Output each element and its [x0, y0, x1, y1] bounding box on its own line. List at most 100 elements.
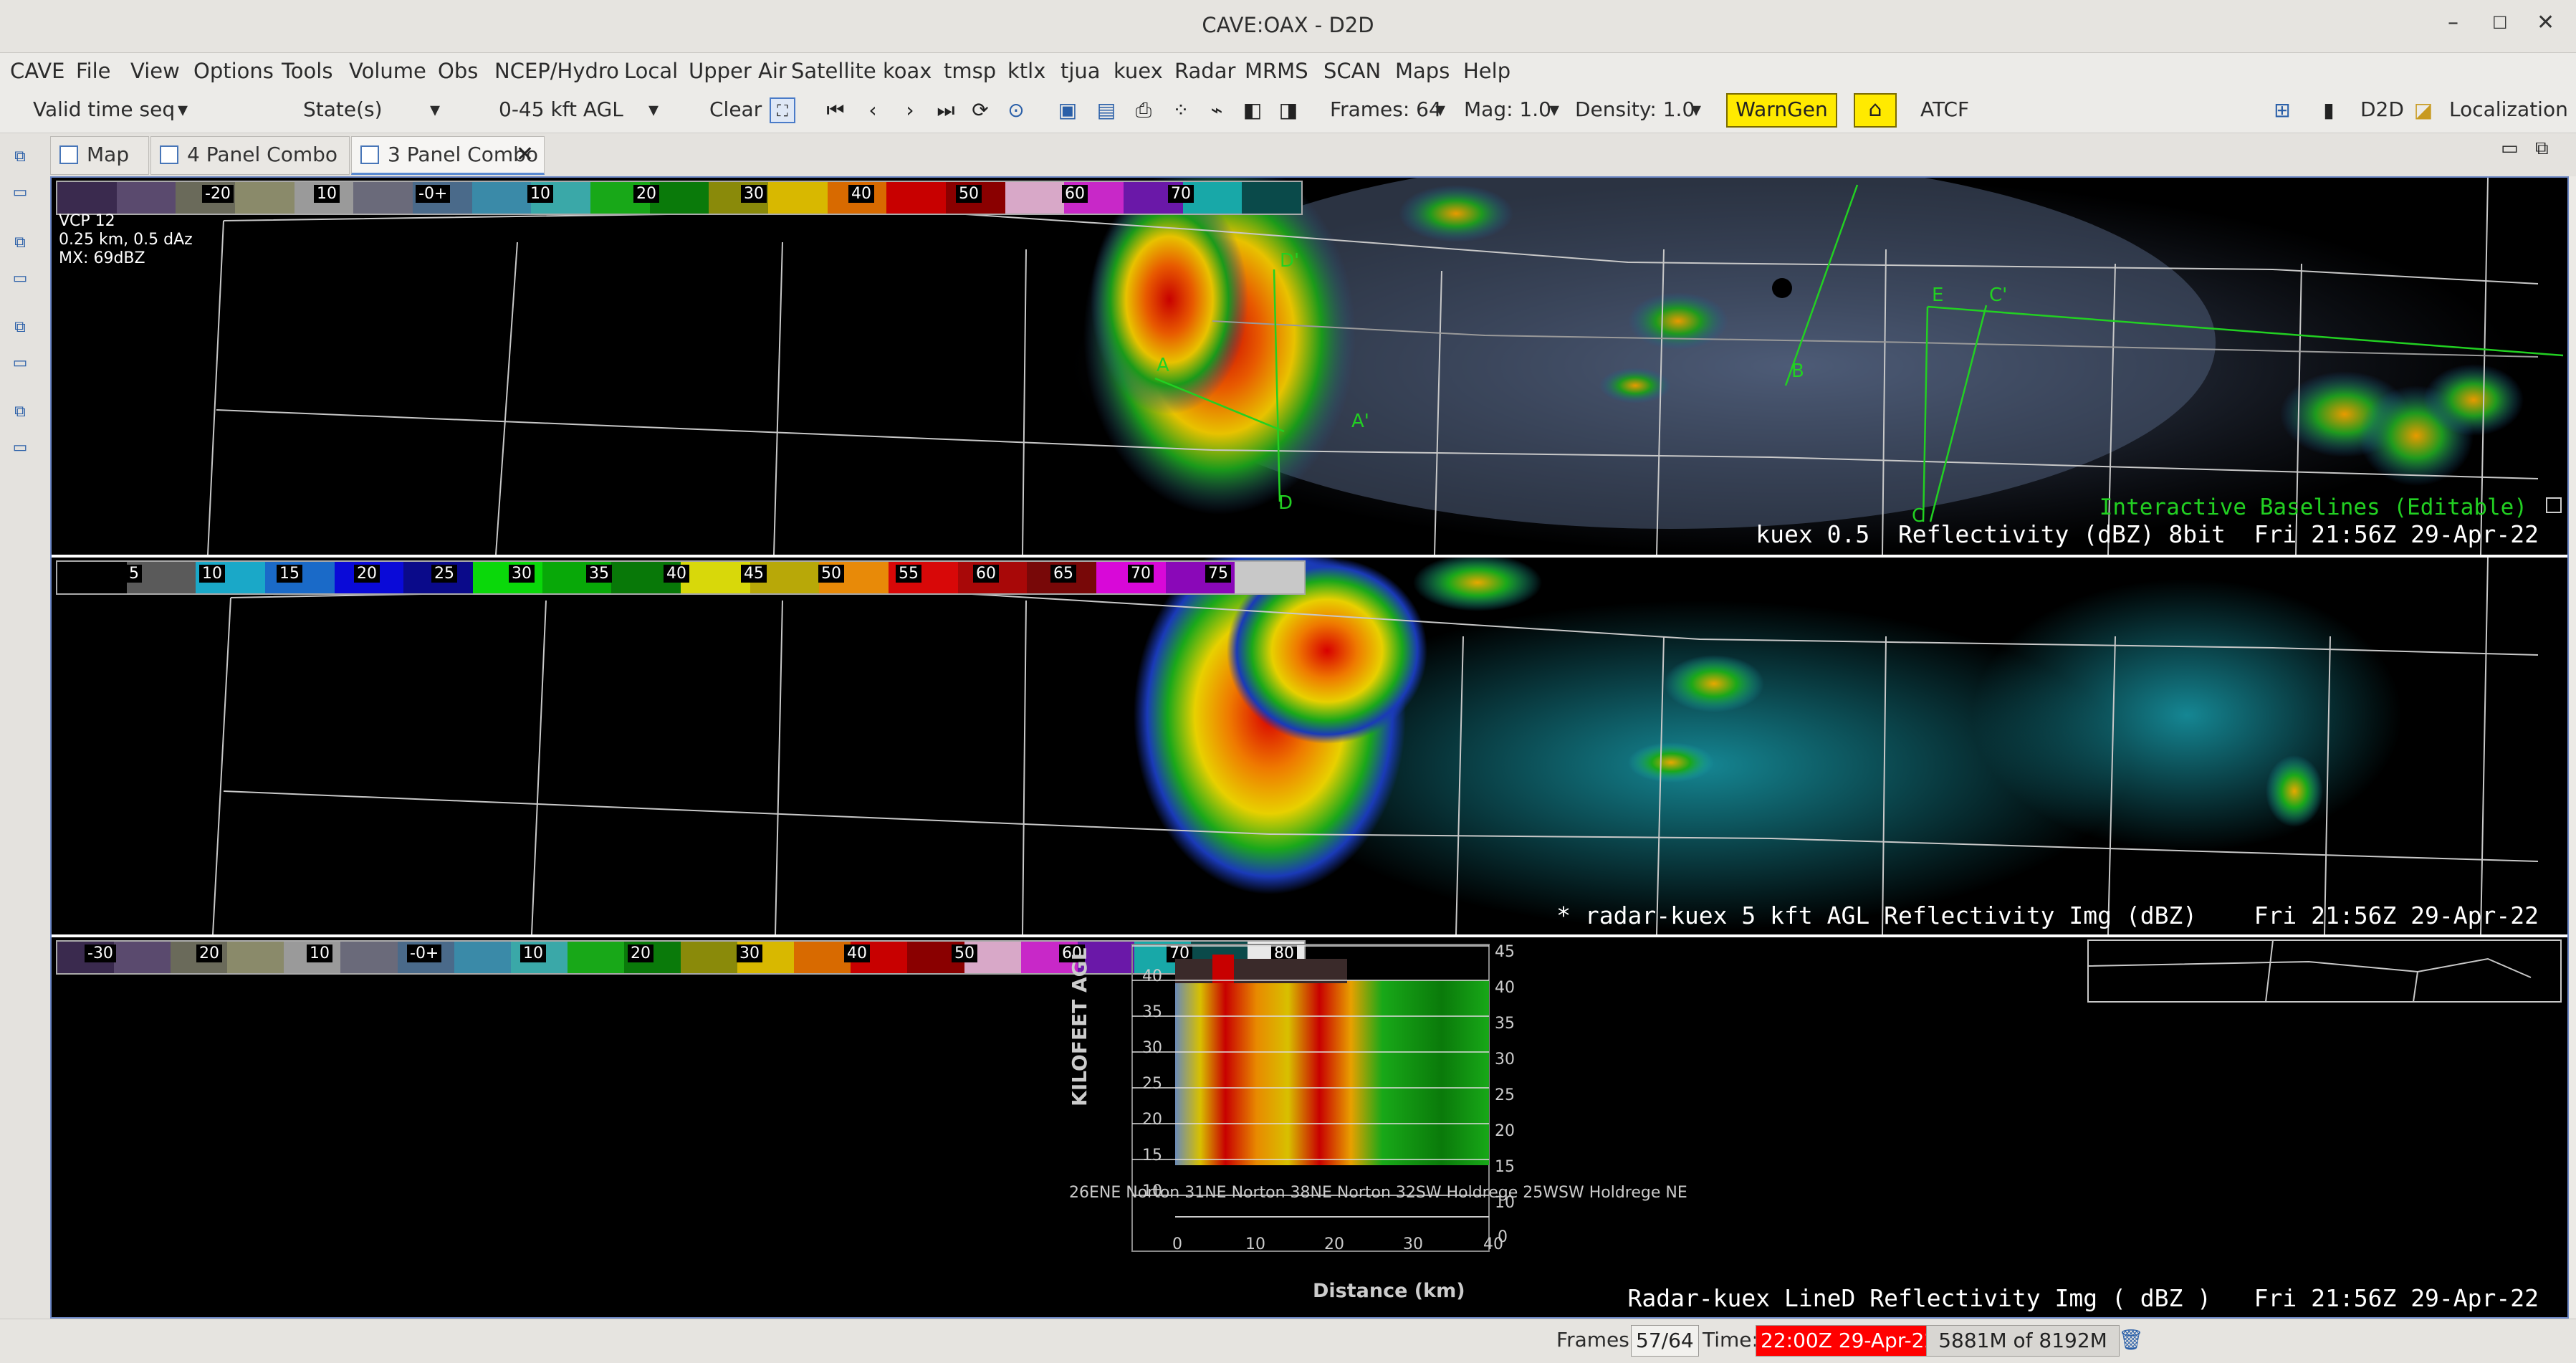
home-icon[interactable]: ⌂ [1854, 93, 1897, 128]
restore-icon[interactable]: ⧉ [10, 148, 30, 168]
menu-local[interactable]: Local [624, 59, 678, 83]
baselines-icon[interactable]: ⌁ [1204, 97, 1230, 123]
loop-icon[interactable]: ⟳ [967, 97, 993, 123]
menu-scan[interactable]: SCAN [1323, 59, 1381, 83]
restore-icon[interactable]: ⧉ [10, 318, 30, 338]
menu-mrms[interactable]: MRMS [1245, 59, 1308, 83]
menu-options[interactable]: Options [193, 59, 274, 83]
open-perspective-icon[interactable]: ⊞ [2269, 97, 2295, 123]
menu-ktlx[interactable]: ktlx [1007, 59, 1045, 83]
print-icon[interactable]: ⎙ [1131, 97, 1157, 123]
chevron-down-icon[interactable]: ▾ [1691, 97, 1701, 121]
editor-icon[interactable]: ▭ [10, 354, 30, 374]
menu-satellite[interactable]: Satellite [791, 59, 876, 83]
menu-help[interactable]: Help [1463, 59, 1510, 83]
editor-icon[interactable]: ▭ [10, 183, 30, 204]
height-dropdown[interactable]: 0-45 kft AGL [499, 97, 623, 121]
menu-obs[interactable]: Obs [438, 59, 478, 83]
menu-kuex[interactable]: kuex [1114, 59, 1163, 83]
panel2-product-legend[interactable]: * radar-kuex 5 kft AGL Reflectivity Img … [1556, 902, 2539, 929]
chevron-down-icon[interactable]: ▾ [648, 97, 659, 121]
localization-button[interactable]: Localization [2449, 97, 2568, 121]
panel1-product-legend[interactable]: kuex 0.5 Reflectivity (dBZ) 8bit Fri 21:… [1756, 520, 2539, 548]
time-seq-dropdown[interactable]: Valid time seq [33, 97, 175, 121]
points-icon[interactable]: ⁘ [1168, 97, 1194, 123]
menu-view[interactable]: View [130, 59, 180, 83]
colorbar-label: 75 [1205, 565, 1231, 583]
fullscreen-icon[interactable]: ⛶ [770, 97, 795, 123]
editor-icon[interactable]: ▭ [10, 269, 30, 290]
tab-map[interactable]: Map [50, 136, 149, 175]
panel-combo-icon[interactable]: ◨ [1275, 97, 1301, 123]
menu-radar[interactable]: Radar [1174, 59, 1235, 83]
menu-tmsp[interactable]: tmsp [944, 59, 996, 83]
new-editor-icon[interactable]: ▤ [1093, 97, 1119, 123]
last-frame-icon[interactable]: ⏭ [933, 97, 959, 123]
colorbar-label: 35 [586, 565, 612, 583]
colorbar-label: 25 [431, 565, 457, 583]
y-tick: 20 [1495, 1122, 1515, 1140]
localization-icon[interactable]: ◪ [2410, 97, 2436, 123]
menu-ncep-hydro[interactable]: NCEP/Hydro [494, 59, 619, 83]
close-tab-icon[interactable]: ✕ [516, 137, 534, 173]
panel-base-reflectivity[interactable]: A A' B C C' D D' E -20 10 -0+ 10 20 30 4… [52, 178, 2567, 555]
panel-5kft-reflectivity[interactable]: 5 10 15 20 25 30 35 40 45 50 55 60 65 70… [52, 558, 2567, 934]
maximize-button[interactable]: ☐ [2492, 13, 2508, 33]
previous-frame-icon[interactable]: ‹ [860, 97, 886, 123]
editor-tab-bar: Map 4 Panel Combo 3 Panel Combo ✕ ▭ ⧉ [50, 133, 2576, 176]
y-tick: 30 [1495, 1051, 1515, 1068]
menu-tjua[interactable]: tjua [1060, 59, 1101, 83]
panel-layout-icon[interactable]: ◧ [1240, 97, 1265, 123]
interactive-baselines-legend[interactable]: Interactive Baselines (Editable) [2099, 494, 2527, 520]
menu-file[interactable]: File [76, 59, 111, 83]
restore-icon[interactable]: ⧉ [10, 403, 30, 423]
trash-icon[interactable]: 🗑 [2118, 1328, 2144, 1352]
chevron-down-icon[interactable]: ▾ [1549, 97, 1559, 121]
frames-label: Frames: [1556, 1328, 1637, 1352]
baseline-e-label: E [1932, 284, 1943, 306]
colorbar-label: 40 [848, 185, 874, 203]
tab-4-panel-combo[interactable]: 4 Panel Combo [150, 136, 350, 175]
tab-3-panel-combo[interactable]: 3 Panel Combo ✕ [351, 136, 545, 175]
atcf-button[interactable]: ATCF [1920, 97, 1969, 121]
chevron-down-icon[interactable]: ▾ [1435, 97, 1445, 121]
menu-koax[interactable]: koax [883, 59, 932, 83]
colorbar-label: 45 [741, 565, 767, 583]
d2d-perspective-icon[interactable]: ▮ [2316, 97, 2342, 123]
minimize-button[interactable]: – [2448, 10, 2458, 35]
d2d-perspective-button[interactable]: D2D [2360, 97, 2404, 121]
minimize-editor-icon[interactable]: ▭ [2501, 138, 2519, 159]
map-icon [59, 145, 78, 164]
first-frame-icon[interactable]: ⏮ [823, 97, 848, 123]
menu-volume[interactable]: Volume [349, 59, 426, 83]
frames-dropdown[interactable]: Frames: 64 [1330, 97, 1442, 121]
colorbar-label: 10 [199, 565, 225, 583]
warngen-button[interactable]: WarnGen [1726, 93, 1837, 128]
mag-dropdown[interactable]: Mag: 1.0 [1464, 97, 1551, 121]
colorbar-label: 30 [741, 185, 767, 203]
restore-icon[interactable]: ⧉ [10, 234, 30, 254]
toggle-icon[interactable] [2546, 497, 2562, 513]
panel3-product-legend[interactable]: Radar-kuex LineD Reflectivity Img ( dBZ … [1627, 1284, 2539, 1312]
menu-cave[interactable]: CAVE [10, 59, 64, 83]
panel-cross-section[interactable]: -30 20 10 -0+ 10 20 30 40 50 60 70 80 KI… [52, 937, 2567, 1317]
density-dropdown[interactable]: Density: 1.0 [1575, 97, 1695, 121]
maximize-editor-icon[interactable]: ⧉ [2535, 138, 2549, 160]
cross-section-ylabel: KILOFEET AGL [1068, 947, 1091, 1106]
map-display[interactable]: A A' B C C' D D' E -20 10 -0+ 10 20 30 4… [50, 176, 2569, 1319]
menu-maps[interactable]: Maps [1395, 59, 1450, 83]
chevron-down-icon[interactable]: ▾ [430, 97, 440, 121]
loop-properties-icon[interactable]: ⊙ [1003, 97, 1029, 123]
next-frame-icon[interactable]: › [897, 97, 923, 123]
states-dropdown[interactable]: State(s) [303, 97, 383, 121]
frames-value: 57/64 [1631, 1325, 1699, 1357]
menu-upper-air[interactable]: Upper Air [689, 59, 787, 83]
clear-button[interactable]: Clear [709, 97, 762, 121]
chevron-down-icon[interactable]: ▾ [178, 97, 188, 121]
editor-icon[interactable]: ▭ [10, 439, 30, 459]
image-properties-icon[interactable]: ▣ [1055, 97, 1081, 123]
colorbar-label: -0+ [416, 185, 451, 203]
menu-tools[interactable]: Tools [282, 59, 332, 83]
toolbar: Valid time seq ▾ State(s) ▾ 0-45 kft AGL… [0, 89, 2576, 133]
close-button[interactable]: ✕ [2537, 10, 2555, 35]
